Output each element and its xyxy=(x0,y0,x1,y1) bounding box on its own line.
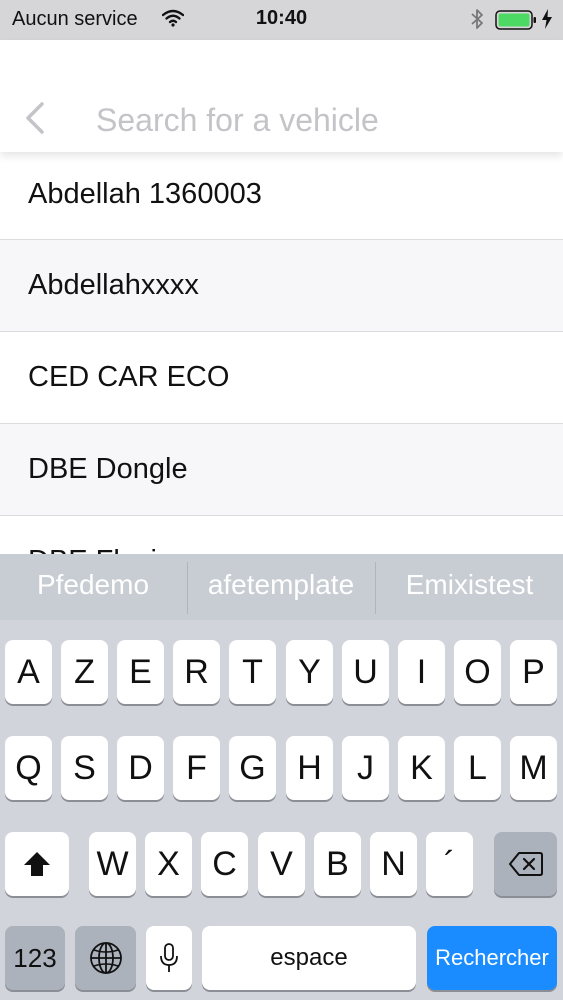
shift-icon xyxy=(24,852,50,876)
numbers-key[interactable]: 123 xyxy=(5,926,65,990)
key-h[interactable]: H xyxy=(286,736,333,800)
dictation-key[interactable] xyxy=(146,926,192,990)
suggestion-1[interactable]: Pfedemo xyxy=(0,554,186,620)
suggestion-3[interactable]: Emixistest xyxy=(376,554,563,620)
key-g[interactable]: G xyxy=(229,736,276,800)
key-q[interactable]: Q xyxy=(5,736,52,800)
key-u[interactable]: U xyxy=(342,640,389,704)
battery-icon xyxy=(495,10,537,35)
vehicle-name: Abdellahxxxx xyxy=(28,269,199,301)
vehicle-name: Abdellah 1360003 xyxy=(28,178,262,210)
key-r[interactable]: R xyxy=(173,640,220,704)
key-d[interactable]: D xyxy=(117,736,164,800)
key-y[interactable]: Y xyxy=(286,640,333,704)
vehicle-list-item[interactable]: Abdellah 1360003 xyxy=(0,150,563,240)
shift-key[interactable] xyxy=(5,832,69,896)
vehicle-list: Abdellah 1360003 Abdellahxxxx CED CAR EC… xyxy=(0,150,563,554)
key-f[interactable]: F xyxy=(173,736,220,800)
key-a[interactable]: A xyxy=(5,640,52,704)
key-v[interactable]: V xyxy=(258,832,305,896)
key-t[interactable]: T xyxy=(229,640,276,704)
key-p[interactable]: P xyxy=(510,640,557,704)
key-w[interactable]: W xyxy=(89,832,136,896)
vehicle-name: CED CAR ECO xyxy=(28,361,230,393)
status-bar: Aucun service 10:40 xyxy=(0,0,563,40)
vehicle-list-item[interactable]: DBE Dongle xyxy=(0,424,563,516)
key-e[interactable]: E xyxy=(117,640,164,704)
delete-key[interactable] xyxy=(494,832,557,896)
globe-key[interactable] xyxy=(75,926,136,990)
charging-icon xyxy=(541,8,553,35)
key-n[interactable]: N xyxy=(370,832,417,896)
suggestion-bar: Pfedemo afetemplate Emixistest xyxy=(0,554,563,620)
globe-icon xyxy=(89,942,122,974)
backspace-icon xyxy=(508,852,543,876)
key-c[interactable]: C xyxy=(201,832,248,896)
key-m[interactable]: M xyxy=(510,736,557,800)
space-key[interactable]: espace xyxy=(202,926,416,990)
key-z[interactable]: Z xyxy=(61,640,108,704)
vehicle-list-item[interactable]: DBE Flexi xyxy=(0,516,563,554)
key-j[interactable]: J xyxy=(342,736,389,800)
microphone-icon xyxy=(160,943,178,972)
vehicle-name: DBE Dongle xyxy=(28,453,188,485)
vehicle-list-item[interactable]: CED CAR ECO xyxy=(0,332,563,424)
vehicle-name: DBE Flexi xyxy=(28,545,157,554)
back-button[interactable] xyxy=(18,98,54,138)
key-o[interactable]: O xyxy=(454,640,501,704)
key-s[interactable]: S xyxy=(61,736,108,800)
key-k[interactable]: K xyxy=(398,736,445,800)
key-b[interactable]: B xyxy=(314,832,361,896)
key-l[interactable]: L xyxy=(454,736,501,800)
search-header xyxy=(0,40,563,152)
chevron-left-icon xyxy=(26,102,44,134)
suggestion-2[interactable]: afetemplate xyxy=(188,554,374,620)
key-x[interactable]: X xyxy=(145,832,192,896)
key-i[interactable]: I xyxy=(398,640,445,704)
bluetooth-icon xyxy=(470,8,484,35)
search-return-key[interactable]: Rechercher xyxy=(427,926,557,990)
keyboard: Pfedemo afetemplate Emixistest A Z E R T… xyxy=(0,554,563,1000)
vehicle-list-item[interactable]: Abdellahxxxx xyxy=(0,240,563,332)
vehicle-search-input[interactable] xyxy=(96,98,536,142)
key-acute-accent[interactable]: ´ xyxy=(426,832,473,896)
